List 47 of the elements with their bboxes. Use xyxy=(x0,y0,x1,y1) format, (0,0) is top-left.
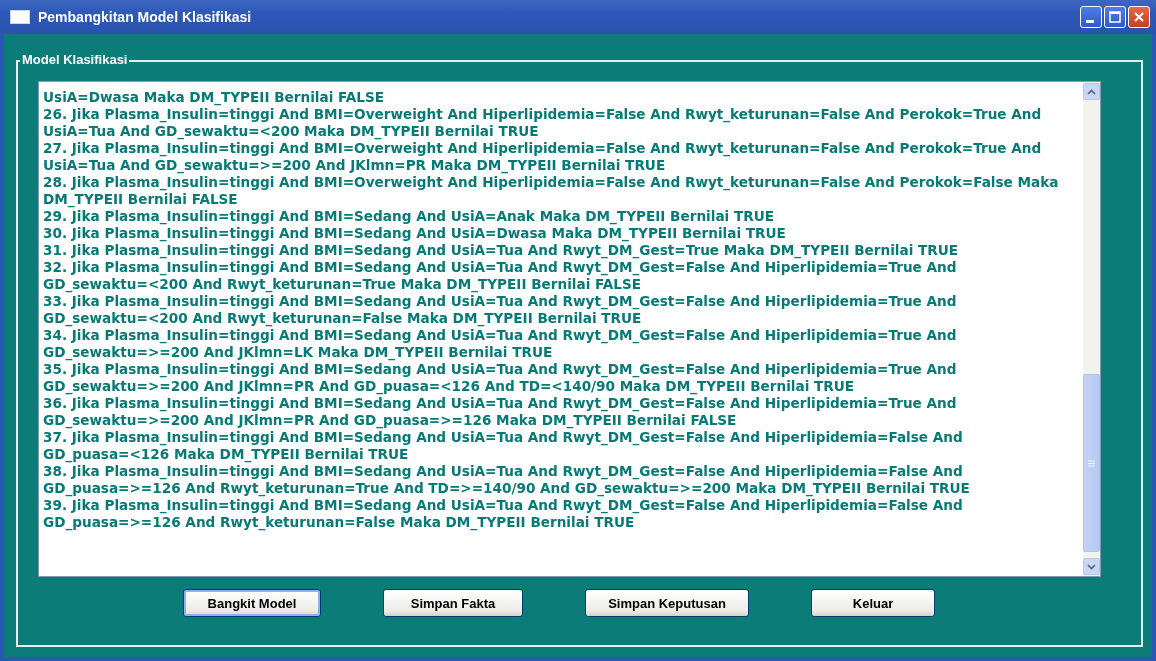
dialog-button[interactable]: Keluar xyxy=(811,589,935,617)
dialog-button[interactable]: Simpan Fakta xyxy=(383,589,523,617)
text-line: 34. Jika Plasma_Insulin=tinggi And BMI=Sedang And UsiA=Tua And Rwyt_DM_Gest=False And Hiperlipidemia=True And xyxy=(43,327,957,344)
text-line: 37. Jika Plasma_Insulin=tinggi And BMI=Sedang And UsiA=Tua And Rwyt_DM_Gest=False And Hiperlipidemia=False And xyxy=(43,429,963,446)
close-icon xyxy=(1133,11,1145,23)
minimize-icon xyxy=(1086,19,1094,23)
window-icon xyxy=(10,10,30,24)
text-line: UsiA=Tua And GD_sewaktu=<200 Maka DM_TYPEII Bernilai TRUE xyxy=(43,123,539,140)
text-line: 27. Jika Plasma_Insulin=tinggi And BMI=Overweight And Hiperlipidemia=False And Rwyt_keturunan=False And Perokok=True And xyxy=(43,140,1042,157)
text-line: 30. Jika Plasma_Insulin=tinggi And BMI=Sedang And UsiA=Dwasa Maka DM_TYPEII Bernilai TRUE xyxy=(43,225,786,242)
text-line: 33. Jika Plasma_Insulin=tinggi And BMI=Sedang And UsiA=Tua And Rwyt_DM_Gest=False And Hiperlipidemia=True And xyxy=(43,293,957,310)
text-line: 28. Jika Plasma_Insulin=tinggi And BMI=Overweight And Hiperlipidemia=False And Rwyt_keturunan=False And Perokok=False Maka xyxy=(43,174,1059,191)
scroll-thumb[interactable] xyxy=(1083,374,1100,552)
minimize-button[interactable] xyxy=(1080,6,1102,28)
dialog-button[interactable]: Simpan Keputusan xyxy=(585,589,749,617)
text-line: GD_sewaktu=>=200 And JKlmn=LK Maka DM_TYPEII Bernilai TRUE xyxy=(43,344,553,361)
window-title: Pembangkitan Model Klasifikasi xyxy=(38,9,253,25)
scroll-up-button[interactable] xyxy=(1083,83,1100,100)
text-line: 26. Jika Plasma_Insulin=tinggi And BMI=Overweight And Hiperlipidemia=False And Rwyt_keturunan=False And Perokok=True And xyxy=(43,106,1042,123)
text-line: 36. Jika Plasma_Insulin=tinggi And BMI=Sedang And UsiA=Tua And Rwyt_DM_Gest=False And Hiperlipidemia=True And xyxy=(43,395,957,412)
group-title: Model Klasifikasi xyxy=(20,52,130,67)
text-line: GD_puasa=>=126 And Rwyt_keturunan=True And TD=>=140/90 And GD_sewaktu=>=200 Maka DM_TYPEII Bernilai TRUE xyxy=(43,480,970,497)
text-line: 38. Jika Plasma_Insulin=tinggi And BMI=Sedang And UsiA=Tua And Rwyt_DM_Gest=False And Hiperlipidemia=False And xyxy=(43,463,963,480)
text-line: GD_sewaktu=>=200 And JKlmn=PR And GD_puasa=>=126 Maka DM_TYPEII Bernilai FALSE xyxy=(43,412,737,429)
text-line: GD_puasa=>=126 And Rwyt_keturunan=False Maka DM_TYPEII Bernilai TRUE xyxy=(43,514,635,531)
text-line: GD_sewaktu=<200 And Rwyt_keturunan=True Maka DM_TYPEII Bernilai FALSE xyxy=(43,276,641,293)
text-line: GD_puasa=<126 Maka DM_TYPEII Bernilai TRUE xyxy=(43,446,409,463)
maximize-button[interactable] xyxy=(1104,6,1126,28)
grip-icon xyxy=(1088,459,1095,467)
chevron-up-icon xyxy=(1087,88,1096,95)
text-line: UsiA=Tua And GD_sewaktu=>=200 And JKlmn=PR Maka DM_TYPEII Bernilai TRUE xyxy=(43,157,666,174)
text-line: GD_sewaktu=>=200 And JKlmn=PR And GD_puasa=<126 And TD=<140/90 Maka DM_TYPEII Bernilai TRUE xyxy=(43,378,855,395)
text-line: 29. Jika Plasma_Insulin=tinggi And BMI=Sedang And UsiA=Anak Maka DM_TYPEII Bernilai TRUE xyxy=(43,208,775,225)
dialog-button[interactable]: Bangkit Model xyxy=(183,589,321,617)
text-line: 31. Jika Plasma_Insulin=tinggi And BMI=Sedang And UsiA=Tua And Rwyt_DM_Gest=True Maka DM_TYPEII Bernilai TRUE xyxy=(43,242,959,259)
close-button[interactable] xyxy=(1128,6,1150,28)
text-line: 35. Jika Plasma_Insulin=tinggi And BMI=Sedang And UsiA=Tua And Rwyt_DM_Gest=False And Hiperlipidemia=True And xyxy=(43,361,957,378)
text-line: DM_TYPEII Bernilai FALSE xyxy=(43,191,238,208)
maximize-icon xyxy=(1109,11,1121,23)
scroll-down-button[interactable] xyxy=(1083,558,1100,575)
text-line: GD_sewaktu=<200 And Rwyt_keturunan=False Maka DM_TYPEII Bernilai TRUE xyxy=(43,310,642,327)
scrollbar[interactable] xyxy=(1083,82,1100,576)
text-area[interactable] xyxy=(38,81,1101,577)
text-line: 39. Jika Plasma_Insulin=tinggi And BMI=Sedang And UsiA=Tua And Rwyt_DM_Gest=False And Hiperlipidemia=False And xyxy=(43,497,963,514)
chevron-down-icon xyxy=(1087,563,1096,570)
text-line: UsiA=Dwasa Maka DM_TYPEII Bernilai FALSE xyxy=(43,89,384,106)
text-line: 32. Jika Plasma_Insulin=tinggi And BMI=Sedang And UsiA=Tua And Rwyt_DM_Gest=False And Hiperlipidemia=True And xyxy=(43,259,957,276)
